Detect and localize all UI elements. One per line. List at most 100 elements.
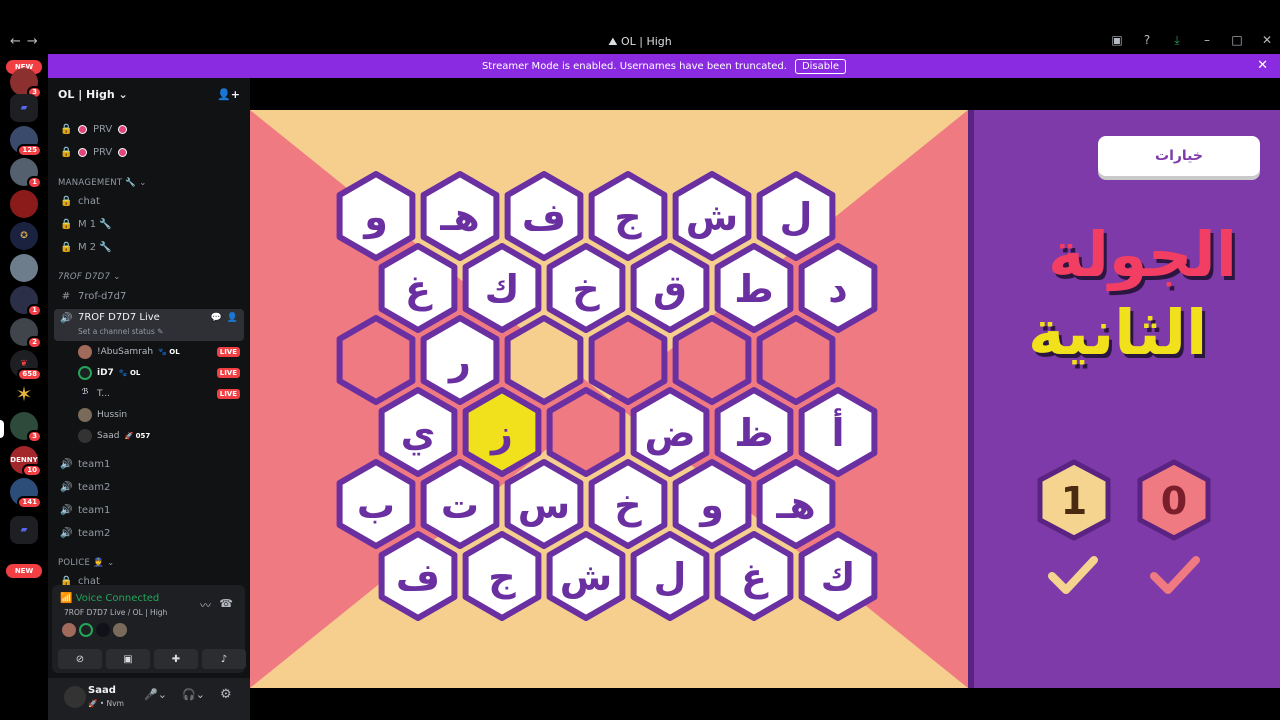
speaker-icon: 🔊 bbox=[60, 458, 73, 470]
hex-letter: ف bbox=[522, 195, 566, 239]
server-icon[interactable]: 3 bbox=[10, 412, 42, 443]
channel-prv[interactable]: 🔒 PRV bbox=[56, 142, 244, 162]
server-icon[interactable]: 141 bbox=[10, 478, 42, 509]
hex-letter: أ bbox=[831, 408, 844, 455]
speaker-icon: 🔊 bbox=[60, 504, 73, 516]
voice-user[interactable]: iD7 🐾 OL LIVE bbox=[78, 364, 244, 382]
noise-icon[interactable]: 〰 bbox=[200, 597, 211, 613]
mention-badge: 1 bbox=[27, 176, 42, 189]
avatar[interactable] bbox=[79, 623, 93, 637]
close-icon[interactable]: ✕ bbox=[1260, 33, 1274, 47]
channel-7rof-d7d7[interactable]: #7rof-d7d7 bbox=[56, 286, 244, 306]
channel-m2[interactable]: 🔒 M 2 🔧 bbox=[56, 237, 244, 257]
disconnect-icon[interactable]: ☎ bbox=[219, 597, 233, 610]
server-icon[interactable]: ✶ bbox=[10, 380, 38, 408]
hex-cell[interactable] bbox=[672, 315, 752, 405]
settings-icon[interactable]: ⚙ bbox=[220, 687, 232, 702]
avatar[interactable] bbox=[64, 686, 86, 708]
server-icon[interactable] bbox=[10, 190, 38, 218]
server-icon[interactable]: ✪ bbox=[10, 222, 38, 250]
hex-letter: ش bbox=[686, 195, 738, 239]
hex-letter: خ bbox=[614, 483, 642, 527]
streamer-mode-banner: Streamer Mode is enabled. Usernames have… bbox=[48, 54, 1280, 78]
channel-m1[interactable]: 🔒 M 1 🔧 bbox=[56, 214, 244, 234]
server-icon[interactable]: 1 bbox=[10, 286, 42, 317]
options-button[interactable]: خيارات bbox=[1098, 136, 1260, 176]
channel-chat[interactable]: 🔒 chat bbox=[56, 191, 244, 211]
hex-letter: هـ bbox=[775, 483, 815, 527]
channel-team2[interactable]: 🔊 team2 bbox=[56, 523, 244, 543]
hex-letter: و bbox=[698, 483, 724, 528]
headset-icon[interactable]: 🎧⌄ bbox=[182, 688, 205, 701]
avatar: ℬ bbox=[78, 387, 92, 401]
server-header[interactable]: OL | High ⌄ 👤+ bbox=[48, 78, 250, 110]
screen-share-button[interactable]: ▣ bbox=[106, 649, 150, 669]
avatar[interactable] bbox=[113, 623, 127, 637]
invite-icon[interactable]: 👤+ bbox=[217, 88, 240, 101]
hex-cell[interactable] bbox=[504, 315, 584, 405]
voice-user[interactable]: Saad 🚀 057 bbox=[78, 427, 244, 445]
server-icon[interactable]: 125 bbox=[10, 126, 42, 157]
hex-letter: ك bbox=[821, 555, 856, 599]
channel-label: PRV bbox=[93, 123, 113, 135]
channel-team1[interactable]: 🔊 team1 bbox=[56, 500, 244, 520]
disable-button[interactable]: Disable bbox=[794, 58, 847, 74]
folder-icon[interactable]: ▰ bbox=[10, 516, 38, 544]
inbox-icon[interactable]: ▣ bbox=[1110, 33, 1124, 47]
hex-cell[interactable] bbox=[756, 315, 836, 405]
voice-channel-path[interactable]: 7ROF D7D7 Live / OL | High bbox=[64, 608, 167, 617]
hex-letter: ت bbox=[441, 483, 479, 527]
server-icon[interactable] bbox=[10, 254, 38, 282]
hex-cell[interactable] bbox=[546, 387, 626, 477]
hex-letter: ج bbox=[488, 555, 516, 599]
title-bar: ←→ ⛰ OL | High ▣ ? ⤓ – □ ✕ bbox=[0, 30, 1280, 54]
channel-team2[interactable]: 🔊 team2 bbox=[56, 477, 244, 497]
server-icon[interactable]: 2 bbox=[10, 318, 42, 349]
server-icon[interactable]: ❦ 658 bbox=[10, 350, 42, 381]
voice-user[interactable]: !AbuSamrah 🐾 OL LIVE bbox=[78, 343, 244, 361]
hex-cell[interactable] bbox=[336, 315, 416, 405]
server-icon[interactable]: 3 bbox=[10, 68, 42, 99]
camera-button[interactable]: ⊘ bbox=[58, 649, 102, 669]
mention-badge: 141 bbox=[17, 496, 42, 509]
avatar bbox=[78, 429, 92, 443]
voice-user[interactable]: Hussin bbox=[78, 406, 244, 424]
banner-close-icon[interactable]: ✕ bbox=[1257, 58, 1268, 73]
voice-user[interactable]: ℬ T... LIVE bbox=[78, 385, 244, 403]
mic-icon[interactable]: 🎤⌄ bbox=[144, 688, 167, 701]
avatar bbox=[78, 345, 92, 359]
hex-letter: ف bbox=[396, 555, 440, 599]
user-name: Saad bbox=[97, 431, 120, 441]
server-rail: NEW 3 ▰ 125 1 ✪ 1 2 ❦ 658 ✶ 3 DENNY 10 141… bbox=[0, 54, 48, 720]
channel-label: team2 bbox=[78, 527, 111, 539]
download-icon[interactable]: ⤓ bbox=[1170, 33, 1184, 47]
activities-button[interactable]: ✚ bbox=[154, 649, 198, 669]
channel-status[interactable]: Set a channel status ✎ bbox=[78, 327, 163, 336]
soundboard-button[interactable]: ♪ bbox=[202, 649, 246, 669]
server-icon[interactable]: 1 bbox=[10, 158, 42, 189]
hex-letter: ج bbox=[614, 195, 642, 239]
category-trof[interactable]: 7ROF D7D7 ⌄ bbox=[58, 272, 121, 282]
folder-icon[interactable]: ▰ bbox=[10, 94, 38, 122]
avatar[interactable] bbox=[62, 623, 76, 637]
user-name[interactable]: Saad bbox=[88, 685, 116, 696]
hex-cell[interactable] bbox=[588, 315, 668, 405]
voice-status[interactable]: 📶 Voice Connected bbox=[60, 593, 159, 604]
mention-badge: 658 bbox=[17, 368, 42, 381]
category-management[interactable]: MANAGEMENT 🔧 ⌄ bbox=[58, 178, 147, 188]
avatar[interactable] bbox=[96, 623, 110, 637]
banner-text: Streamer Mode is enabled. Usernames have… bbox=[481, 60, 787, 72]
help-icon[interactable]: ? bbox=[1140, 33, 1154, 47]
channel-prv[interactable]: 🔒 PRV bbox=[56, 119, 244, 139]
avatar bbox=[78, 366, 92, 380]
lock-icon: 🔒 bbox=[60, 241, 73, 253]
minimize-icon[interactable]: – bbox=[1200, 33, 1214, 47]
add-member-icon[interactable]: 👤 bbox=[227, 313, 238, 323]
maximize-icon[interactable]: □ bbox=[1230, 33, 1244, 47]
channel-live-voice[interactable]: 🔊 7ROF D7D7 Live Set a channel status ✎ … bbox=[54, 309, 244, 341]
emoji-dot bbox=[118, 124, 128, 134]
chat-icon[interactable]: 💬 bbox=[211, 313, 222, 323]
channel-team1[interactable]: 🔊 team1 bbox=[56, 454, 244, 474]
server-icon[interactable]: DENNY 10 bbox=[10, 446, 42, 477]
category-police[interactable]: POLICE 👮 ⌄ bbox=[58, 558, 115, 568]
